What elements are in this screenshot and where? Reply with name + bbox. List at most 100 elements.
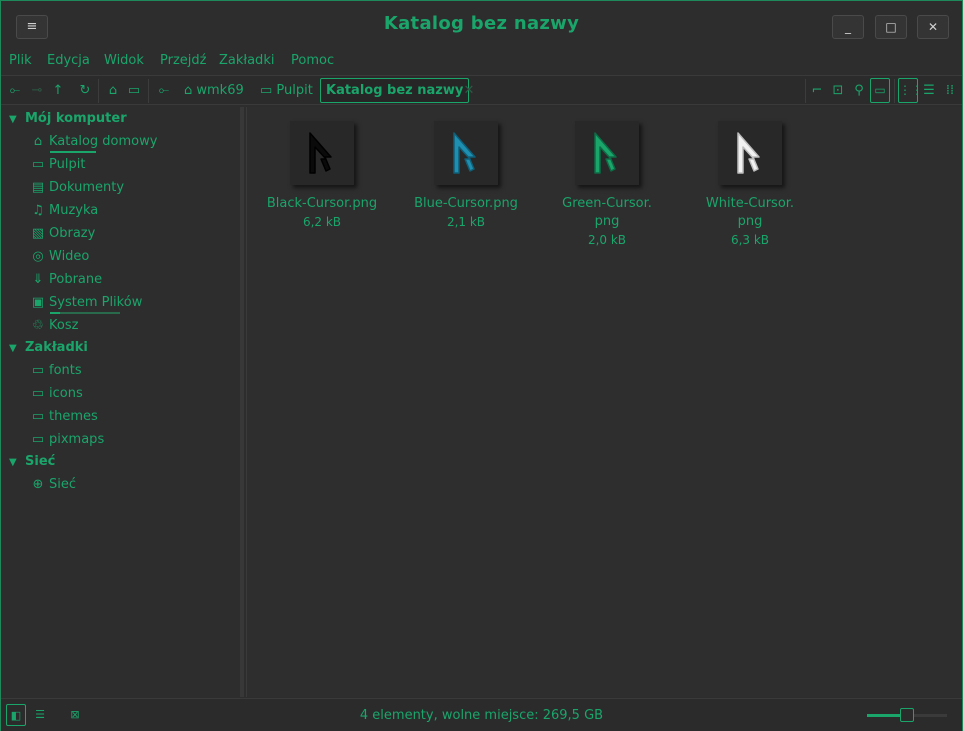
sidebar-section-network[interactable]: ▼ Sieć — [9, 454, 55, 469]
file-name-line1: Green-Cursor. — [562, 196, 652, 211]
breadcrumb-current[interactable]: Katalog bez nazwy — [320, 78, 470, 103]
compact-view-icon[interactable]: ⁞⁞ — [940, 80, 960, 102]
sidebar-item-label: pixmaps — [49, 432, 105, 447]
icon-view-icon[interactable]: ⋮⋮ — [898, 78, 923, 103]
breadcrumb-desktop-label: Pulpit — [276, 83, 313, 98]
menu-file[interactable]: Plik — [9, 53, 32, 68]
cursor-image — [309, 132, 332, 174]
file-name: White-Cursor. png — [680, 195, 820, 231]
section-title: Sieć — [25, 454, 56, 469]
window-title: Katalog bez nazwy — [383, 13, 580, 34]
breadcrumb-home[interactable]: ⌂ wmk69 — [184, 80, 244, 102]
file-thumbnail — [575, 121, 639, 185]
sidebar-item-label: Wideo — [49, 249, 90, 264]
section-title: Mój komputer — [25, 111, 127, 126]
sidebar-item-video[interactable]: ◎ Wideo — [29, 249, 89, 264]
path-toggle-icon[interactable]: ⟜ — [154, 80, 174, 102]
menu-help[interactable]: Pomoc — [291, 53, 334, 68]
file-item[interactable]: White-Cursor. png 6,3 kB — [680, 121, 820, 249]
sidebar-item-label: Pobrane — [49, 272, 103, 287]
expand-triangle-icon: ▼ — [9, 343, 17, 354]
file-name: Black-Cursor.png — [266, 196, 378, 211]
filesystem-icon: ▣ — [31, 295, 45, 310]
cursor-image — [453, 132, 476, 174]
sidebar-item-documents[interactable]: ▤ Dokumenty — [29, 180, 124, 195]
title-bar: ≡ Katalog bez nazwy _ □ ✕ — [1, 1, 962, 49]
list-view-icon[interactable]: ☰ — [919, 80, 939, 102]
video-icon: ◎ — [32, 249, 44, 264]
menu-go[interactable]: Przejdź — [160, 53, 206, 68]
sidebar-item-label: Katalog domowy — [49, 134, 158, 149]
sidebar: ▼ Mój komputer ⌂ Katalog domowy ▭ Pulpit ▤ D… — [1, 107, 238, 697]
sidebar-item-filesystem[interactable]: ▣ System Plików — [29, 295, 142, 310]
file-manager-window: ≡ Katalog bez nazwy _ □ ✕ Plik Edycja Wi… — [0, 0, 963, 731]
file-item[interactable]: Blue-Cursor.png 2,1 kB — [396, 121, 536, 231]
menu-bookmarks[interactable]: Zakładki — [219, 53, 274, 68]
filesystem-usage-track — [60, 312, 120, 314]
sidebar-item-trash[interactable]: ♲ Kosz — [29, 318, 78, 333]
status-bar: ◧ ☰ ⊠ 4 elementy, wolne miejsce: 269,5 G… — [1, 698, 962, 731]
file-item[interactable]: Green-Cursor. png 2,0 kB — [537, 121, 677, 249]
sidebar-section-bookmarks[interactable]: ▼ Zakładki — [9, 340, 88, 355]
search-icon[interactable]: ⚲ — [849, 80, 869, 102]
menu-bar: Plik Edycja Widok Przejdź Zakładki Pomoc — [1, 51, 962, 73]
network-icon: ⊕ — [32, 477, 44, 492]
menu-edit[interactable]: Edycja — [47, 53, 90, 68]
file-name: Blue-Cursor.png — [414, 196, 518, 211]
sidebar-item-desktop[interactable]: ▭ Pulpit — [29, 157, 86, 172]
computer-icon[interactable]: ▭ — [124, 80, 144, 102]
sidebar-item-themes[interactable]: ▭ themes — [29, 409, 98, 424]
zoom-slider[interactable] — [867, 708, 947, 722]
minimize-button[interactable]: _ — [832, 15, 864, 39]
preview-toggle-icon[interactable]: ▭ — [870, 78, 890, 103]
close-path-icon[interactable]: ✕ — [459, 80, 479, 102]
new-folder-icon[interactable]: ⌐ — [807, 80, 827, 102]
sidebar-item-downloads[interactable]: ⇓ Pobrane — [29, 272, 103, 287]
file-thumbnail — [718, 121, 782, 185]
up-icon[interactable]: ↑ — [48, 80, 68, 102]
breadcrumb-desktop[interactable]: ▭ Pulpit — [260, 80, 313, 102]
maximize-button[interactable]: □ — [875, 15, 907, 39]
home-usage-bar — [50, 151, 96, 153]
sidebar-item-pixmaps[interactable]: ▭ pixmaps — [29, 432, 104, 447]
downloads-icon: ⇓ — [32, 272, 44, 287]
file-thumbnail — [290, 121, 354, 185]
zoom-slider-handle[interactable] — [900, 708, 914, 722]
home-icon[interactable]: ⌂ — [103, 80, 123, 102]
sidebar-item-label: icons — [49, 386, 83, 401]
sidebar-section-computer[interactable]: ▼ Mój komputer — [9, 111, 127, 126]
close-button[interactable]: ✕ — [917, 15, 949, 39]
sidebar-splitter[interactable] — [240, 107, 244, 697]
toolbar-separator — [805, 79, 806, 103]
sidebar-item-fonts[interactable]: ▭ fonts — [29, 363, 82, 378]
file-size: 6,3 kB — [730, 233, 770, 247]
folder-icon: ▭ — [31, 409, 45, 424]
file-item[interactable]: Black-Cursor.png 6,2 kB — [252, 121, 392, 231]
music-icon: ♫ — [32, 203, 44, 218]
menu-view[interactable]: Widok — [104, 53, 144, 68]
sidebar-item-icons[interactable]: ▭ icons — [29, 386, 83, 401]
home-icon: ⌂ — [33, 134, 43, 149]
sidebar-item-music[interactable]: ♫ Muzyka — [29, 203, 98, 218]
terminal-icon[interactable]: ⊡ — [828, 80, 848, 102]
documents-icon: ▤ — [31, 180, 45, 195]
sidebar-item-label: Sieć — [49, 477, 77, 492]
reload-icon[interactable]: ↻ — [75, 80, 95, 102]
status-text: 4 elementy, wolne miejsce: 269,5 GB — [359, 708, 604, 723]
file-size: 2,0 kB — [587, 233, 627, 247]
sidebar-item-pictures[interactable]: ▧ Obrazy — [29, 226, 95, 241]
file-size: 2,1 kB — [446, 215, 486, 229]
folder-icon: ▭ — [31, 386, 45, 401]
desktop-icon: ▭ — [31, 157, 45, 172]
filesystem-usage-bar — [50, 312, 60, 314]
sidebar-item-home[interactable]: ⌂ Katalog domowy — [29, 134, 158, 149]
sidebar-item-label: Dokumenty — [49, 180, 125, 195]
sidebar-item-network[interactable]: ⊕ Sieć — [29, 477, 76, 492]
folder-icon: ▭ — [31, 363, 45, 378]
trash-icon: ♲ — [32, 318, 44, 333]
back-icon[interactable]: ⟜ — [5, 80, 25, 102]
folder-icon: ▭ — [31, 432, 45, 447]
forward-icon[interactable]: ⊸ — [27, 80, 47, 102]
file-view[interactable]: Black-Cursor.png 6,2 kB Blue-Cursor.png … — [246, 107, 962, 697]
toolbar-separator — [98, 79, 99, 103]
